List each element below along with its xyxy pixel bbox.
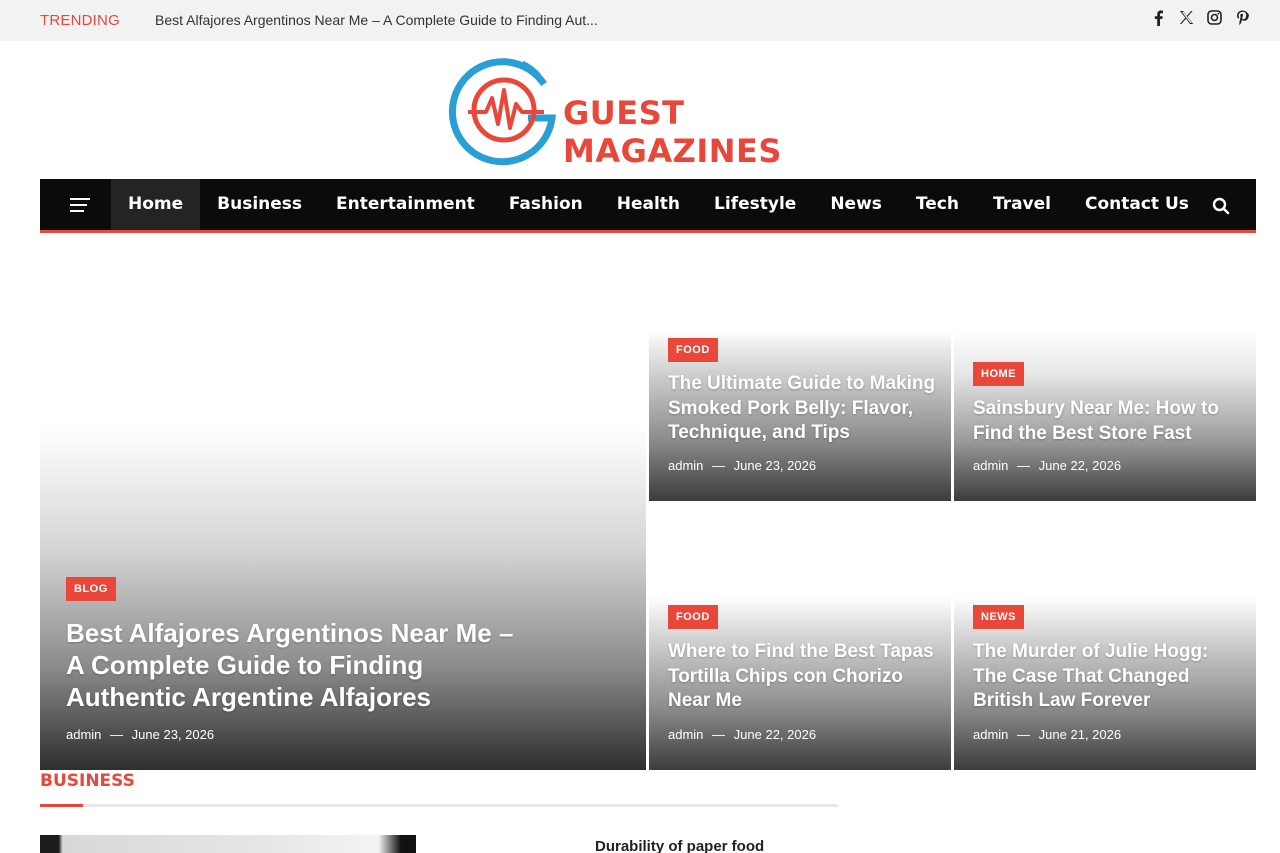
- card-title[interactable]: The Murder of Julie Hogg: The Case That …: [973, 640, 1243, 714]
- nav-item-contact-us[interactable]: Contact Us: [1068, 179, 1206, 230]
- author-link[interactable]: admin: [973, 458, 1008, 473]
- meta-separator: —: [712, 727, 726, 742]
- category-badge[interactable]: FOOD: [668, 338, 718, 362]
- card-meta: admin — June 21, 2026: [973, 727, 1121, 742]
- site-logo[interactable]: GUEST MAGAZINES: [448, 54, 858, 170]
- post-title-link[interactable]: Durability of paper food: [595, 838, 764, 853]
- social-links: [1150, 10, 1250, 28]
- card-meta: admin — June 23, 2026: [66, 727, 214, 742]
- post-date: June 23, 2026: [131, 727, 215, 742]
- nav-item-entertainment[interactable]: Entertainment: [319, 179, 492, 230]
- nav-item-travel[interactable]: Travel: [976, 179, 1068, 230]
- post-date: June 22, 2026: [733, 727, 817, 742]
- meta-separator: —: [1017, 727, 1031, 742]
- card-title[interactable]: Best Alfajores Argentinos Near Me – A Co…: [66, 617, 536, 713]
- featured-card[interactable]: FOOD The Ultimate Guide to Making Smoked…: [649, 330, 951, 501]
- card-meta: admin — June 22, 2026: [973, 458, 1121, 473]
- featured-main-card[interactable]: BLOG Best Alfajores Argentinos Near Me –…: [40, 427, 646, 770]
- nav-item-health[interactable]: Health: [600, 179, 697, 230]
- x-icon[interactable]: [1178, 10, 1194, 28]
- nav-item-news[interactable]: News: [813, 179, 899, 230]
- author-link[interactable]: admin: [973, 727, 1008, 742]
- featured-card[interactable]: FOOD Where to Find the Best Tapas Tortil…: [649, 597, 951, 770]
- author-link[interactable]: admin: [66, 727, 101, 742]
- main-navigation: Home Business Entertainment Fashion Heal…: [40, 179, 1256, 233]
- hamburger-menu-icon[interactable]: [70, 198, 90, 212]
- pinterest-icon[interactable]: [1234, 10, 1250, 28]
- post-date: June 23, 2026: [733, 458, 817, 473]
- featured-card[interactable]: HOME Sainsbury Near Me: How to Find the …: [954, 330, 1256, 501]
- meta-separator: —: [110, 727, 124, 742]
- trending-label: TRENDING: [40, 12, 120, 29]
- featured-card[interactable]: NEWS The Murder of Julie Hogg: The Case …: [954, 597, 1256, 770]
- instagram-icon[interactable]: [1206, 10, 1222, 28]
- section-divider: [40, 804, 838, 807]
- nav-item-home[interactable]: Home: [111, 179, 201, 230]
- post-date: June 21, 2026: [1038, 727, 1122, 742]
- logo-text: GUEST MAGAZINES: [563, 94, 782, 170]
- category-badge[interactable]: HOME: [973, 362, 1024, 386]
- post-date: June 22, 2026: [1038, 458, 1122, 473]
- card-meta: admin — June 22, 2026: [668, 727, 816, 742]
- card-image: [40, 427, 646, 770]
- trending-headline-link[interactable]: Best Alfajores Argentinos Near Me – A Co…: [155, 12, 598, 28]
- nav-item-tech[interactable]: Tech: [899, 179, 976, 230]
- top-bar: TRENDING Best Alfajores Argentinos Near …: [0, 0, 1280, 41]
- category-badge[interactable]: NEWS: [973, 605, 1024, 629]
- card-title[interactable]: Sainsbury Near Me: How to Find the Best …: [973, 397, 1243, 446]
- author-link[interactable]: admin: [668, 458, 703, 473]
- meta-separator: —: [1017, 458, 1031, 473]
- nav-item-fashion[interactable]: Fashion: [492, 179, 600, 230]
- category-badge[interactable]: BLOG: [66, 577, 116, 601]
- search-icon[interactable]: [1212, 197, 1230, 215]
- meta-separator: —: [712, 458, 726, 473]
- facebook-icon[interactable]: [1150, 10, 1166, 28]
- card-title[interactable]: The Ultimate Guide to Making Smoked Pork…: [668, 372, 938, 446]
- category-badge[interactable]: FOOD: [668, 605, 718, 629]
- nav-item-lifestyle[interactable]: Lifestyle: [697, 179, 813, 230]
- card-title[interactable]: Where to Find the Best Tapas Tortilla Ch…: [668, 640, 938, 714]
- post-thumbnail[interactable]: [40, 835, 416, 853]
- card-meta: admin — June 23, 2026: [668, 458, 816, 473]
- author-link[interactable]: admin: [668, 727, 703, 742]
- nav-items: Home Business Entertainment Fashion Heal…: [111, 179, 1206, 230]
- section-divider-accent: [40, 804, 83, 807]
- nav-item-business[interactable]: Business: [200, 179, 319, 230]
- section-title-business[interactable]: BUSINESS: [40, 771, 135, 791]
